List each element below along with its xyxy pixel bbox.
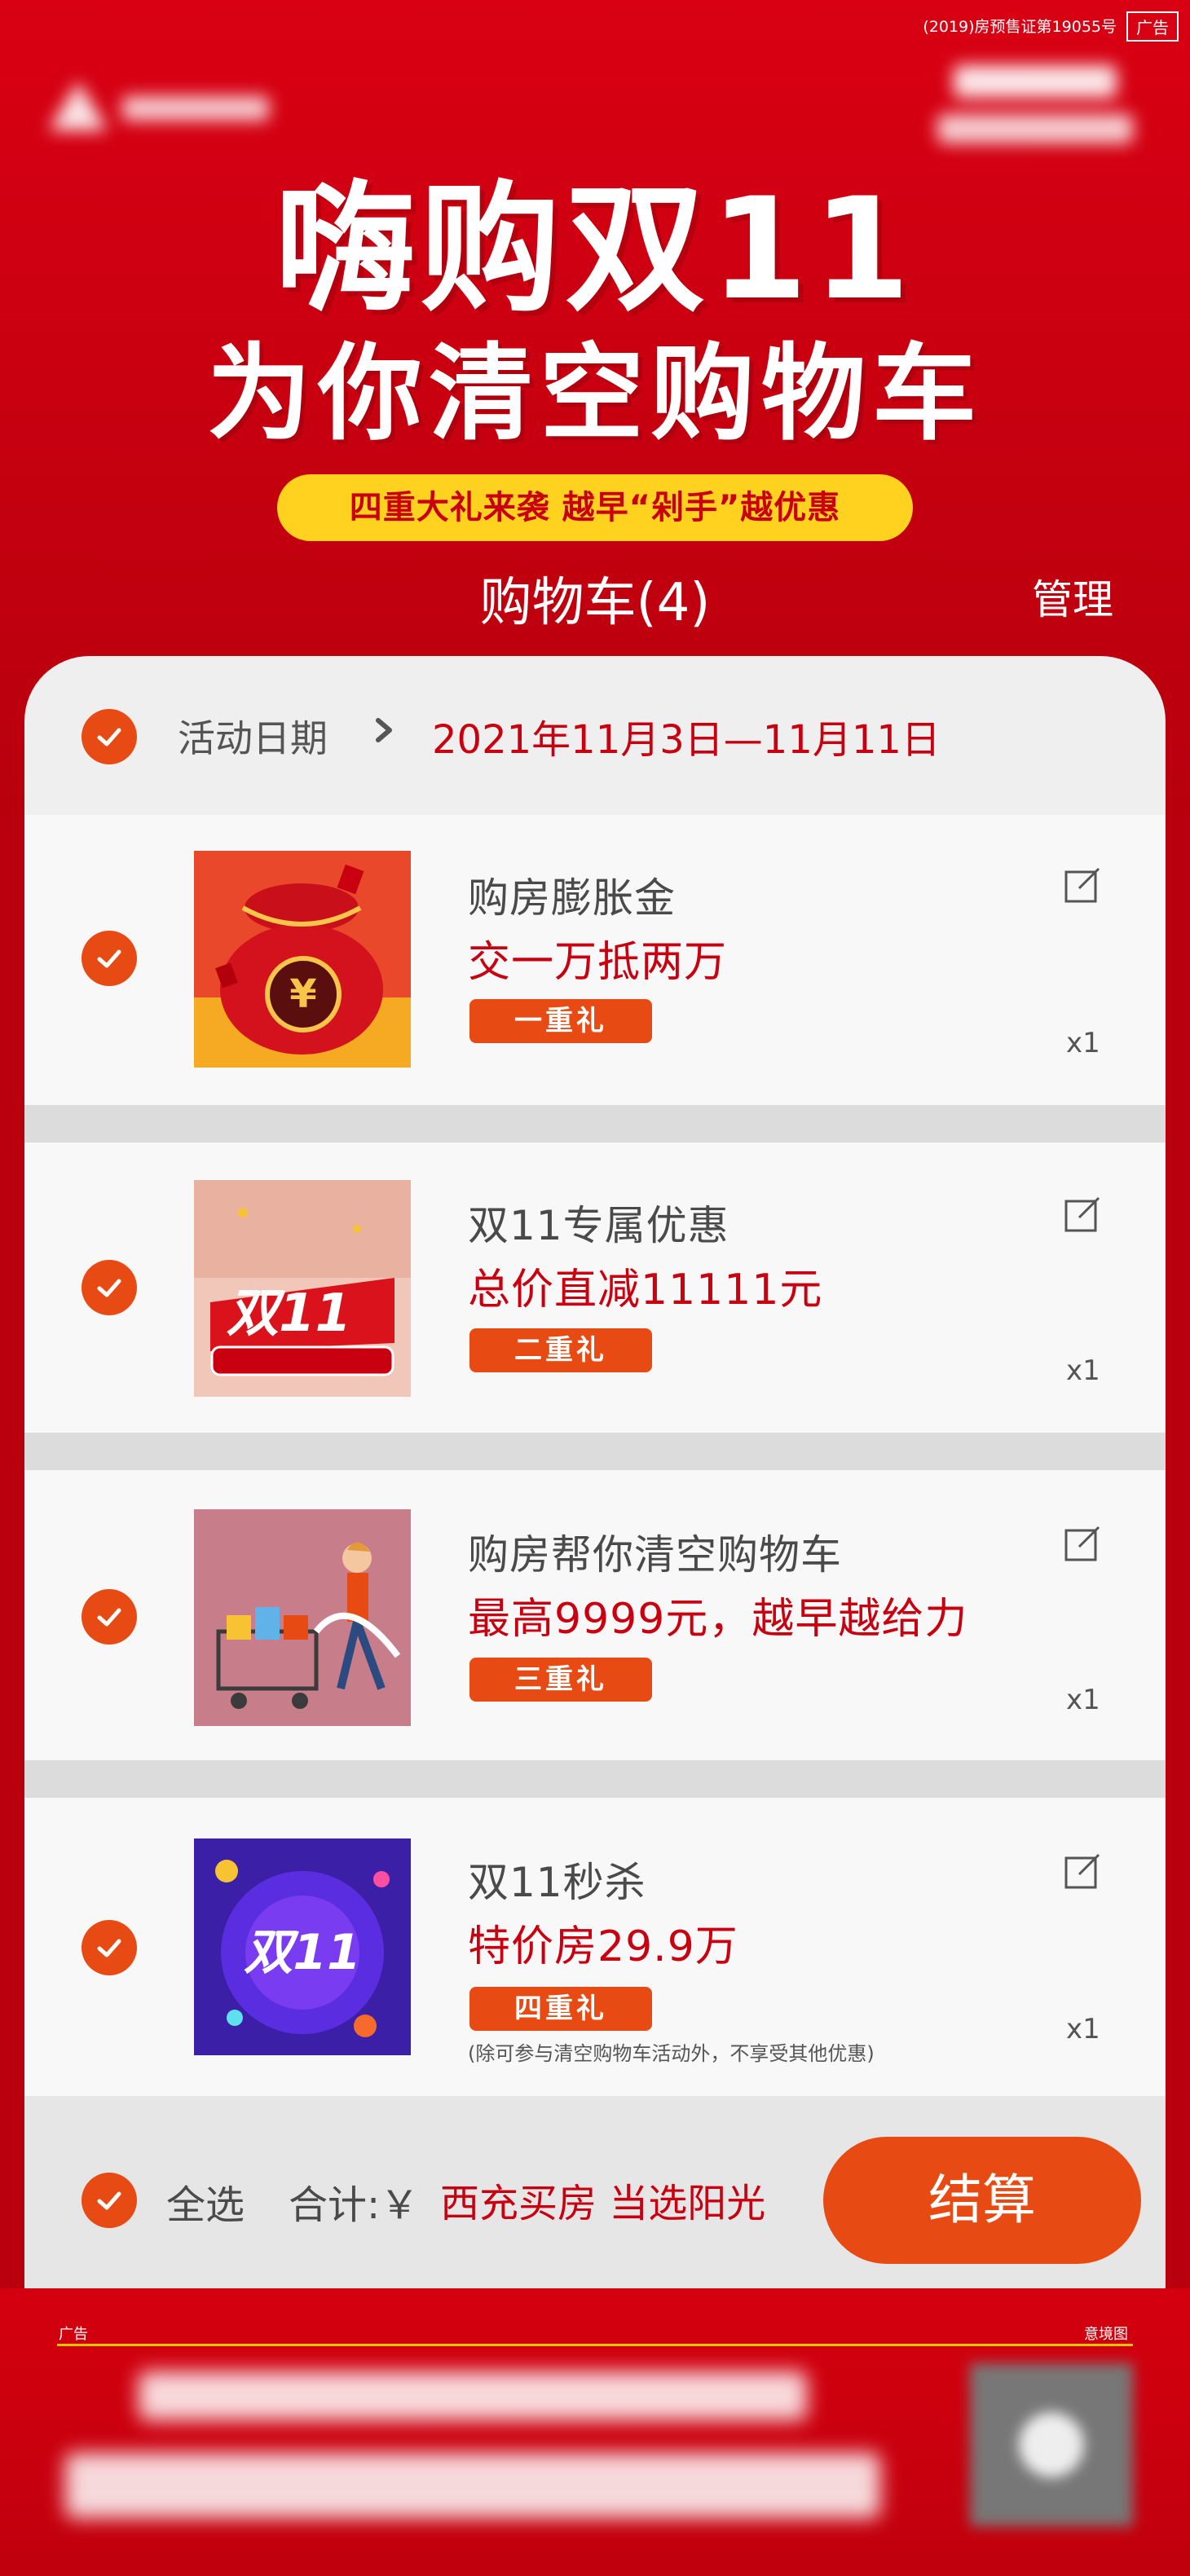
disclaimer-note: (除可参与清空购物车活动外，不享受其他优惠): [468, 2042, 875, 2065]
item-check-icon[interactable]: [82, 1920, 137, 1975]
main-subtitle: 为你清空购物车: [206, 333, 983, 455]
edit-icon[interactable]: [1063, 1524, 1102, 1563]
tier-badge: 三重礼: [469, 1658, 652, 1702]
total-value: 西充买房 当选阳光: [440, 2181, 766, 2226]
ad-label: 广告: [59, 2326, 88, 2343]
ad-tag: 广告: [1126, 11, 1179, 42]
edit-icon[interactable]: [1063, 865, 1102, 905]
ad-divider: [57, 2344, 1133, 2346]
manage-button[interactable]: 管理: [1032, 567, 1113, 626]
activity-check-icon[interactable]: [82, 709, 137, 764]
item-check-icon[interactable]: [82, 1589, 137, 1645]
promo-pill: 四重大礼来袭 越早“剁手”越优惠: [277, 474, 913, 541]
edit-icon[interactable]: [1063, 1852, 1102, 1891]
item-name: 购房膨胀金: [468, 874, 676, 922]
svg-text:¥: ¥: [289, 971, 316, 1017]
blurred-ad-text: [65, 2453, 880, 2518]
item-qty: x1: [1066, 2013, 1100, 2045]
checkout-button[interactable]: 结算: [823, 2137, 1141, 2264]
blurred-ad-text: [139, 2371, 807, 2420]
svg-text:双11: 双11: [244, 1924, 361, 1981]
item-desc: 特价房29.9万: [468, 1922, 738, 1971]
rendering-label: 意境图: [1084, 2326, 1128, 2343]
item-qty: x1: [1066, 1354, 1100, 1387]
tier-badge: 四重礼: [469, 1987, 652, 2031]
item-name: 双11秒杀: [468, 1859, 646, 1906]
activity-date-value: 2021年11月3日—11月11日: [432, 717, 941, 763]
item-desc: 交一万抵两万: [468, 938, 728, 987]
divider: [24, 1760, 1166, 1798]
divider: [24, 1433, 1166, 1470]
blurred-logo: [41, 73, 285, 139]
select-all-label[interactable]: 全选: [166, 2173, 245, 2230]
page: (2019)房预售证第19055号 广告 嗨购双11 为你清空购物车 四重大礼来…: [0, 0, 1190, 2576]
item-qty: x1: [1066, 1027, 1100, 1059]
item-check-icon[interactable]: [82, 1260, 137, 1315]
shopping-cart-image: [194, 1509, 411, 1726]
item-qty: x1: [1066, 1684, 1100, 1716]
main-title: 嗨购双11: [275, 167, 915, 331]
edit-icon[interactable]: [1063, 1195, 1102, 1234]
qr-code-icon: [970, 2363, 1133, 2526]
total-label: 合计:￥: [289, 2182, 420, 2228]
blurred-brand: [937, 57, 1133, 163]
flash-sale-image: 双11: [194, 1838, 411, 2055]
double11-banner-image: 双11: [194, 1180, 411, 1397]
chevron-right-icon[interactable]: [372, 714, 396, 755]
item-desc: 最高9999元，越早越给力: [468, 1595, 968, 1644]
item-check-icon[interactable]: [82, 931, 137, 986]
svg-text:双11: 双11: [227, 1284, 351, 1344]
activity-date-label: 活动日期: [178, 716, 328, 760]
tier-badge: 一重礼: [469, 999, 652, 1043]
item-name: 双11专属优惠: [468, 1202, 729, 1249]
select-all-check-icon[interactable]: [82, 2173, 137, 2228]
item-desc: 总价直减11111元: [468, 1266, 823, 1314]
item-name: 购房帮你清空购物车: [468, 1531, 842, 1579]
money-bag-image: ¥: [194, 851, 411, 1068]
presale-license: (2019)房预售证第19055号: [923, 18, 1117, 36]
cart-title: 购物车(4): [479, 573, 711, 633]
tier-badge: 二重礼: [469, 1328, 652, 1372]
divider: [24, 1105, 1166, 1143]
